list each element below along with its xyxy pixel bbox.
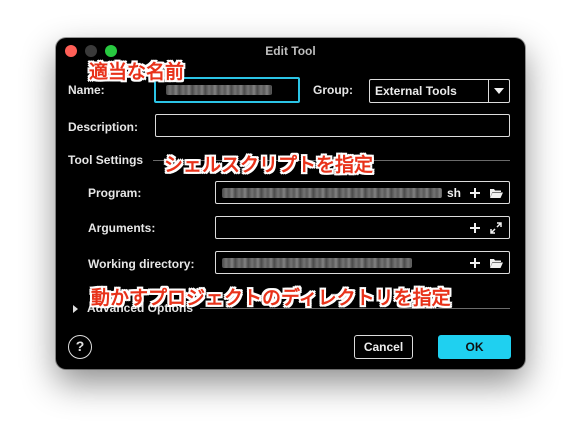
group-dropdown-toggle[interactable] — [488, 80, 509, 102]
tool-settings-heading: Tool Settings — [68, 153, 144, 167]
name-label: Name: — [68, 83, 105, 97]
working-directory-label: Working directory: — [88, 257, 195, 271]
help-icon[interactable]: ? — [68, 335, 92, 359]
add-icon[interactable] — [469, 257, 481, 269]
folder-open-icon[interactable] — [489, 187, 503, 199]
working-directory-redacted — [222, 258, 412, 268]
add-icon[interactable] — [469, 187, 481, 199]
program-path-redacted — [222, 188, 442, 198]
program-path-suffix: sh — [447, 186, 462, 200]
chevron-down-icon — [494, 88, 504, 94]
disclosure-triangle-icon[interactable] — [73, 305, 78, 313]
program-input[interactable]: sh — [215, 181, 510, 204]
arguments-label: Arguments: — [88, 221, 156, 235]
annotation-script-note: シェルスクリプトを指定 — [164, 155, 374, 176]
annotation-name-note: 適当な名前 — [89, 62, 185, 83]
program-label: Program: — [88, 186, 142, 200]
cancel-button[interactable]: Cancel — [354, 335, 413, 359]
group-select[interactable]: External Tools — [369, 79, 510, 103]
add-icon[interactable] — [469, 222, 481, 234]
group-label: Group: — [313, 83, 353, 97]
folder-open-icon[interactable] — [489, 257, 503, 269]
group-select-value: External Tools — [375, 84, 457, 98]
edit-tool-dialog: Edit Tool Name: Group: External Tools De… — [56, 38, 525, 369]
description-input[interactable] — [155, 114, 510, 137]
name-value-redacted — [166, 85, 272, 95]
annotation-directory-note: 動かすプロジェクトのディレクトリを指定 — [91, 288, 451, 309]
working-directory-input[interactable] — [215, 251, 510, 274]
description-label: Description: — [68, 120, 139, 134]
expand-icon[interactable] — [490, 222, 502, 234]
ok-button[interactable]: OK — [438, 335, 511, 359]
arguments-input[interactable] — [215, 216, 510, 239]
dialog-title: Edit Tool — [265, 44, 316, 58]
